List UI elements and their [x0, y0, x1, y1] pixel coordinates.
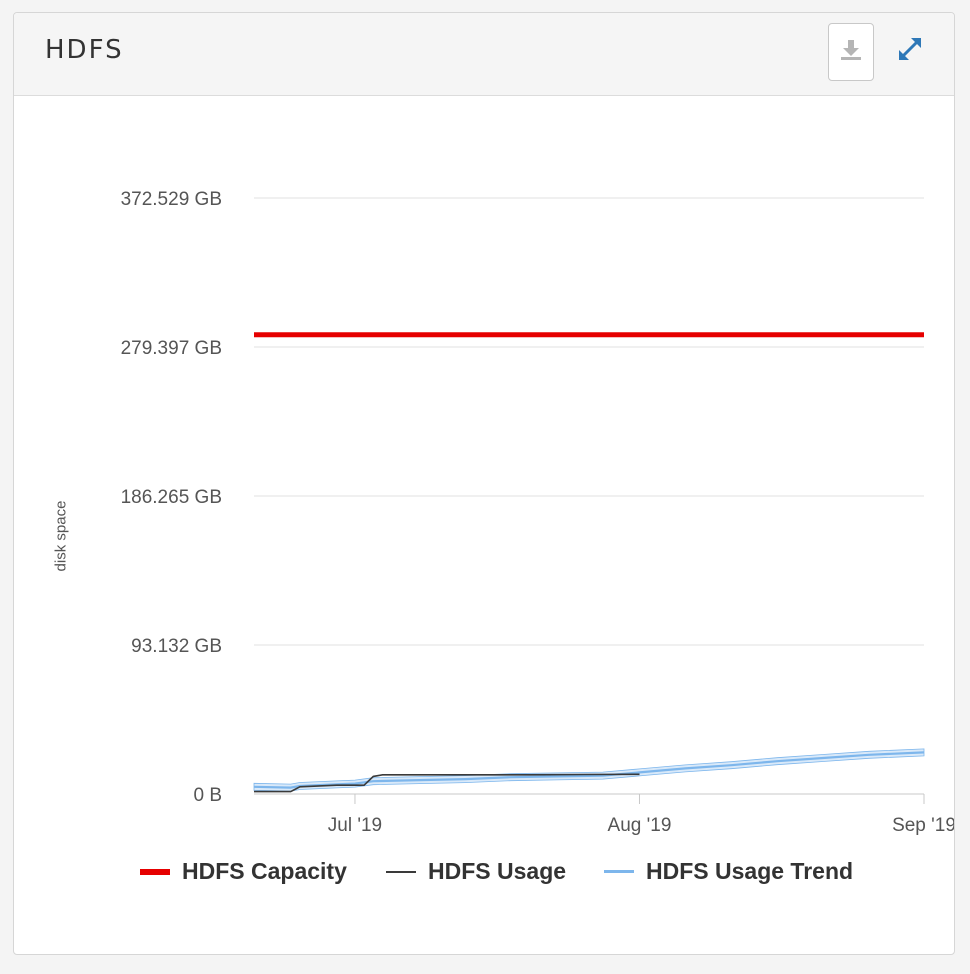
x-tick-label: Jul '19	[328, 815, 382, 836]
hdfs-panel: HDFS 0 B 93.132 GB 186.265 GB 279.397 GB 37	[13, 12, 956, 955]
y-tick-label: 279.397 GB	[121, 338, 222, 359]
legend-item-capacity[interactable]: HDFS Capacity	[140, 858, 347, 885]
legend-swatch-capacity	[140, 868, 170, 875]
legend: HDFS Capacity HDFS Usage HDFS Usage Tren…	[14, 858, 954, 898]
panel-title: HDFS	[45, 35, 124, 65]
chart-svg: 0 B 93.132 GB 186.265 GB 279.397 GB 372.529 …	[121, 189, 956, 836]
expand-button[interactable]	[890, 31, 930, 71]
legend-label-trend: HDFS Usage Trend	[646, 858, 854, 884]
legend-label-usage: HDFS Usage	[428, 858, 567, 884]
download-button[interactable]	[828, 23, 874, 81]
expand-icon	[894, 33, 926, 70]
legend-swatch-usage	[386, 870, 416, 873]
panel-header: HDFS	[14, 13, 954, 96]
y-tick-label: 372.529 GB	[121, 189, 222, 210]
x-tick-label: Aug '19	[608, 815, 672, 836]
y-tick-label: 93.132 GB	[131, 636, 222, 657]
x-tick-label: Sep '19	[892, 815, 954, 836]
y-axis-title: disk space	[52, 500, 70, 572]
download-icon	[840, 38, 862, 67]
legend-item-usage[interactable]: HDFS Usage	[386, 858, 566, 885]
y-tick-label: 0 B	[193, 785, 222, 806]
legend-item-trend[interactable]: HDFS Usage Trend	[604, 858, 853, 885]
chart-area: 0 B 93.132 GB 186.265 GB 279.397 GB 372.529 …	[14, 96, 956, 954]
legend-label-capacity: HDFS Capacity	[182, 858, 347, 884]
legend-swatch-trend	[604, 870, 634, 873]
y-tick-label: 186.265 GB	[121, 487, 222, 508]
